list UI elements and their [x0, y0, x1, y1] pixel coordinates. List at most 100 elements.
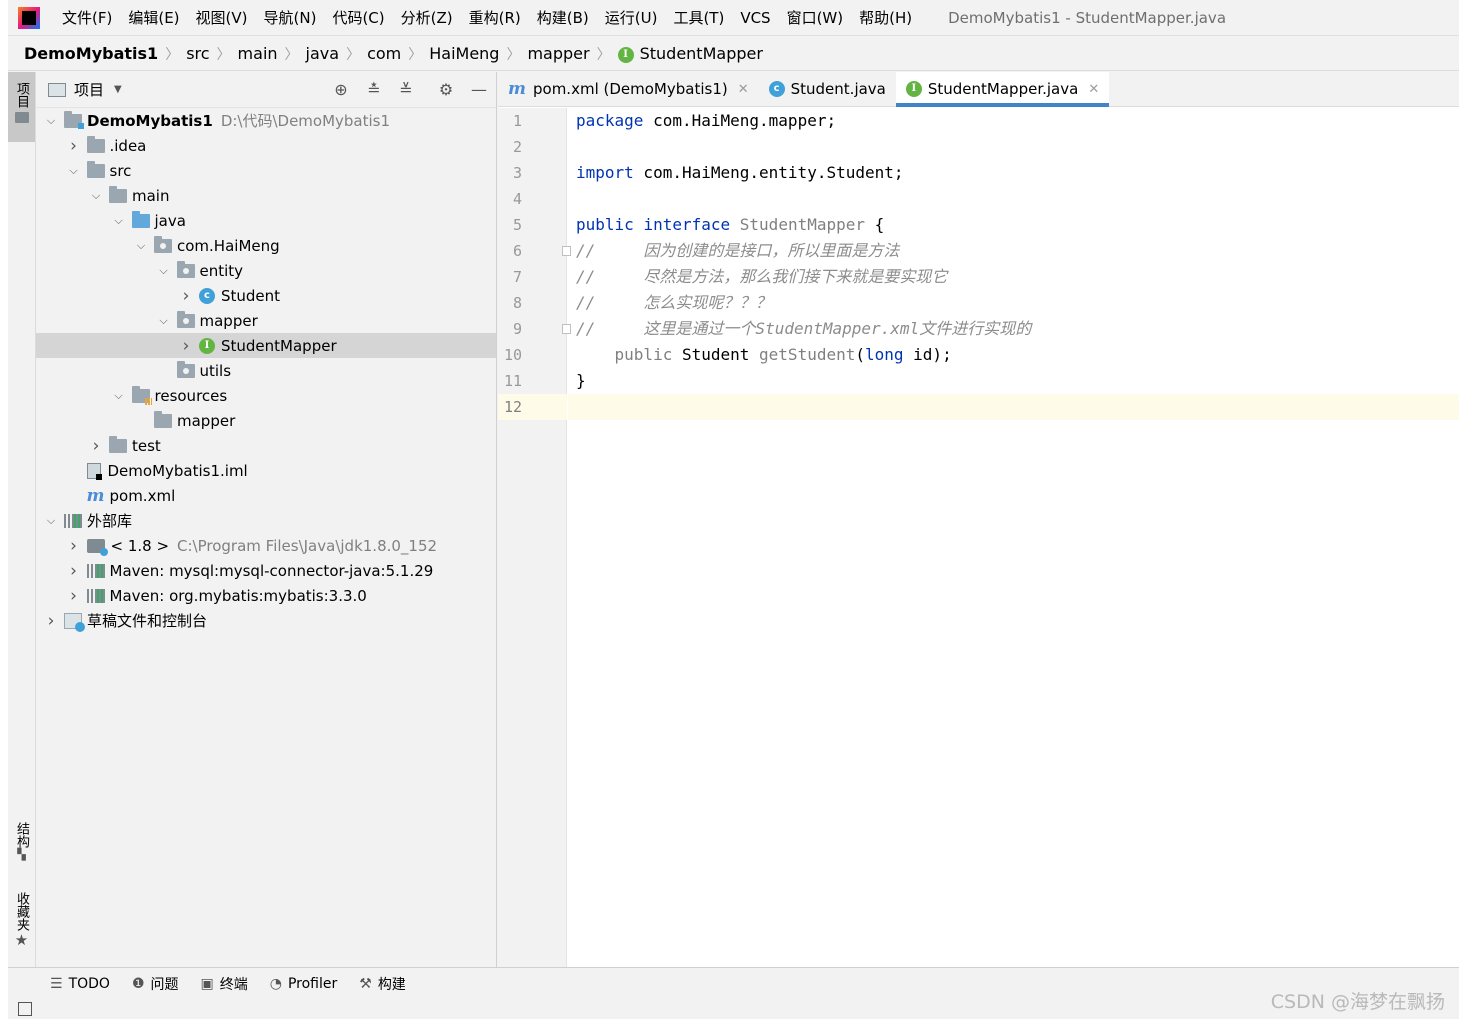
tab-pom-xml[interactable]: m pom.xml (DemoMybatis1) ✕: [498, 72, 759, 106]
structure-tool-tab[interactable]: 结构 ▚: [8, 822, 35, 877]
interface-icon: I: [199, 337, 215, 354]
tree-node[interactable]: ›mpom.xml: [36, 483, 496, 508]
menu-vcs[interactable]: VCS: [732, 9, 778, 27]
chevron-down-icon[interactable]: ⌵: [157, 314, 171, 328]
menu-edit[interactable]: 编辑(E): [120, 7, 187, 28]
project-panel-title[interactable]: 项目: [74, 79, 104, 100]
tree-node[interactable]: ⌵ mapper: [36, 308, 496, 333]
expand-all-icon[interactable]: ≛: [364, 80, 384, 99]
breadcrumb-item[interactable]: java: [306, 44, 340, 63]
favorites-tool-tab[interactable]: 收藏夹 ★: [8, 892, 35, 962]
tree-node-label: pom.xml: [109, 486, 176, 505]
breadcrumb-item[interactable]: main: [238, 44, 278, 63]
tree-node[interactable]: ›utils: [36, 358, 496, 383]
tree-node[interactable]: ⌵ entity: [36, 258, 496, 283]
tree-node[interactable]: ⌵ 外部库: [36, 508, 496, 533]
menu-window[interactable]: 窗口(W): [779, 7, 852, 28]
menu-navigate[interactable]: 导航(N): [256, 7, 325, 28]
tree-node[interactable]: › < 1.8 > C:\Program Files\Java\jdk1.8.0_1…: [36, 533, 496, 558]
breadcrumb-item[interactable]: I StudentMapper: [617, 44, 763, 63]
menu-tools[interactable]: 工具(T): [665, 7, 732, 28]
chevron-right-icon: 〉: [596, 46, 611, 63]
close-icon[interactable]: ✕: [738, 82, 749, 97]
breadcrumb-item[interactable]: com: [367, 44, 401, 63]
chevron-down-icon[interactable]: ⌵: [157, 264, 171, 278]
menu-view[interactable]: 视图(V): [188, 7, 256, 28]
close-icon[interactable]: ✕: [1088, 82, 1099, 97]
tree-node[interactable]: › c Student: [36, 283, 496, 308]
caret-down-icon[interactable]: ▼: [114, 84, 122, 95]
chevron-right-icon[interactable]: ›: [44, 611, 58, 631]
menu-analyze[interactable]: 分析(Z): [393, 7, 461, 28]
tree-node[interactable]: ⌵ src: [36, 158, 496, 183]
code-text: com.HaiMeng.mapper;: [643, 111, 837, 130]
locate-file-icon[interactable]: ⊕: [331, 80, 351, 99]
chevron-down-icon[interactable]: ⌵: [89, 189, 103, 203]
tree-node[interactable]: ›mapper: [36, 408, 496, 433]
interface-name: StudentMapper: [739, 215, 866, 234]
chevron-down-icon[interactable]: ⌵: [134, 239, 148, 253]
code-comment: // 这里是通过一个StudentMapper.xml文件进行实现的: [576, 319, 1032, 338]
keyword: package: [576, 111, 644, 130]
current-code-line: [568, 394, 1459, 420]
chevron-right-icon[interactable]: ›: [179, 336, 193, 356]
breadcrumb-item[interactable]: mapper: [527, 44, 589, 63]
tree-node[interactable]: ⌵ java: [36, 208, 496, 233]
code-editor[interactable]: package com.HaiMeng.mapper; import com.H…: [568, 108, 1459, 967]
menu-build[interactable]: 构建(B): [529, 7, 597, 28]
library-icon: [64, 513, 82, 528]
editor-tab-bar: m pom.xml (DemoMybatis1) ✕ c Student.jav…: [498, 72, 1459, 107]
hide-panel-icon[interactable]: —: [469, 80, 489, 99]
chevron-down-icon[interactable]: ⌵: [44, 514, 58, 528]
breadcrumb-item[interactable]: DemoMybatis1: [24, 44, 158, 63]
terminal-tool-button[interactable]: ▣ 终端: [201, 974, 248, 994]
line-number: 12: [503, 398, 522, 416]
tree-node[interactable]: ⌵ resources: [36, 383, 496, 408]
chevron-right-icon[interactable]: ›: [67, 586, 81, 606]
project-panel: 项目 ▼ ⊕ ≛ ≚ ⚙ — ⌵ DemoMybatis1 D:\代码\DemoMy…: [36, 72, 497, 967]
chevron-right-icon[interactable]: ›: [179, 286, 193, 306]
problems-tool-button[interactable]: ❶ 问题: [132, 974, 179, 994]
chevron-right-icon[interactable]: ›: [67, 136, 81, 156]
menu-refactor[interactable]: 重构(R): [461, 7, 529, 28]
tree-node[interactable]: ⌵ com.HaiMeng: [36, 233, 496, 258]
chevron-down-icon[interactable]: ⌵: [112, 389, 126, 403]
chevron-right-icon[interactable]: ›: [67, 536, 81, 556]
chevron-down-icon[interactable]: ⌵: [67, 164, 81, 178]
project-tool-tab[interactable]: 项目: [8, 72, 35, 142]
build-tool-button[interactable]: ⚒ 构建: [359, 974, 406, 994]
chevron-down-icon[interactable]: ⌵: [44, 114, 58, 128]
menu-code[interactable]: 代码(C): [324, 7, 392, 28]
tree-node[interactable]: › test: [36, 433, 496, 458]
chevron-right-icon[interactable]: ›: [89, 436, 103, 456]
menu-help[interactable]: 帮助(H): [851, 7, 920, 28]
tree-node[interactable]: › Maven: org.mybatis:mybatis:3.3.0: [36, 583, 496, 608]
menu-file[interactable]: 文件(F): [54, 7, 120, 28]
tab-studentmapper-java[interactable]: I StudentMapper.java ✕: [895, 72, 1110, 107]
tab-student-java[interactable]: c Student.java: [759, 72, 896, 106]
tree-node-label: main: [132, 186, 170, 205]
profiler-tool-button[interactable]: ◔ Profiler: [270, 976, 338, 992]
chevron-right-icon[interactable]: ›: [67, 561, 81, 581]
breadcrumb-item[interactable]: HaiMeng: [429, 44, 499, 63]
toggle-tool-windows-icon[interactable]: [18, 1002, 32, 1016]
collapse-all-icon[interactable]: ≚: [396, 80, 416, 99]
tree-node[interactable]: ⌵ main: [36, 183, 496, 208]
tree-node[interactable]: › .idea: [36, 133, 496, 158]
code-comment: // 尽然是方法，那么我们接下来就是要实现它: [576, 267, 948, 286]
tree-node[interactable]: › I StudentMapper: [36, 333, 496, 358]
menu-run[interactable]: 运行(U): [597, 7, 666, 28]
chevron-down-icon[interactable]: ⌵: [112, 214, 126, 228]
tree-node-label: 草稿文件和控制台: [87, 612, 208, 630]
breadcrumb-item[interactable]: src: [186, 44, 209, 63]
tree-node[interactable]: ⌵ DemoMybatis1 D:\代码\DemoMybatis1: [36, 108, 496, 133]
tree-node[interactable]: ›DemoMybatis1.iml: [36, 458, 496, 483]
tree-node[interactable]: › Maven: mysql:mysql-connector-java:5.1.2…: [36, 558, 496, 583]
gear-icon[interactable]: ⚙: [436, 80, 456, 99]
code-text: com.HaiMeng.entity.Student;: [633, 163, 904, 182]
todo-tool-button[interactable]: ☰ TODO: [50, 976, 110, 992]
tree-node[interactable]: › 草稿文件和控制台: [36, 608, 496, 633]
tree-node-label: entity: [199, 261, 244, 280]
hammer-icon: ⚒: [359, 975, 372, 992]
keyword: interface: [643, 215, 731, 234]
